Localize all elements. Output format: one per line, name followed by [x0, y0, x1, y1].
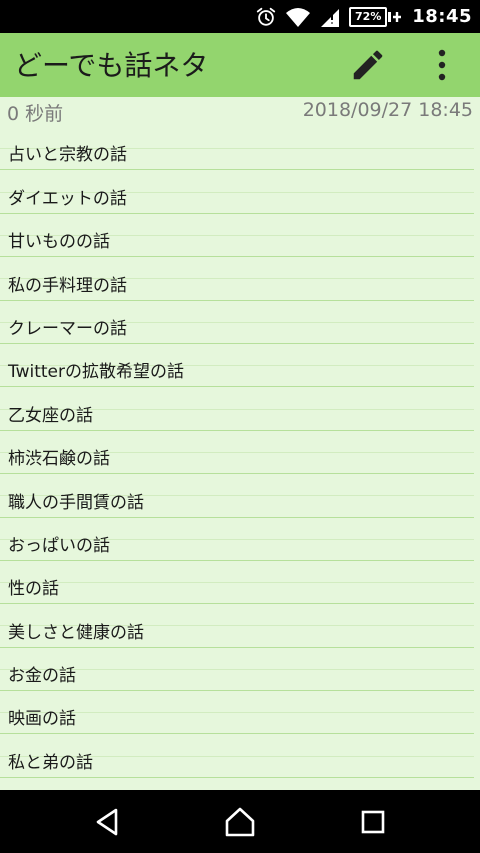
alarm-icon — [257, 7, 276, 26]
note-line[interactable]: 乙女座の話 — [0, 387, 474, 431]
note-line[interactable]: Twitterの拡散希望の話 — [0, 344, 474, 388]
note-line[interactable]: お金の話 — [0, 648, 474, 692]
pencil-icon — [353, 50, 383, 80]
note-datetime: 2018/09/27 18:45 — [302, 99, 473, 121]
note-line-text: 美しさと健康の話 — [8, 622, 144, 643]
note-line[interactable]: クレーマーの話 — [0, 301, 474, 344]
note-line-text: 占いと宗教の話 — [8, 145, 127, 166]
note-line-text: 私と弟の話 — [8, 752, 93, 773]
app-bar: どーでも話ネタ — [0, 33, 480, 97]
status-bar: 72% 18:45 — [0, 0, 480, 33]
battery-indicator: 72% — [349, 6, 402, 27]
note-line-text: 性の話 — [8, 579, 59, 600]
note-line-text: 甘いものの話 — [8, 232, 110, 253]
charging-plus-icon — [393, 11, 402, 22]
note-line-text: Twitterの拡散希望の話 — [8, 362, 184, 383]
note-body[interactable]: 占いと宗教の話 ダイエットの話 甘いものの話 私の手料理の話 クレーマーの話 T… — [0, 127, 474, 791]
note-line-text: 私の手料理の話 — [8, 275, 127, 296]
note-line-text: お金の話 — [8, 666, 76, 687]
more-options-button[interactable] — [427, 46, 457, 84]
home-icon — [225, 807, 255, 837]
signal-icon — [321, 8, 340, 27]
status-icons: 72% 18:45 — [255, 0, 472, 33]
back-icon — [96, 808, 118, 836]
note-line[interactable]: 占いと宗教の話 — [0, 127, 474, 171]
home-button[interactable] — [223, 806, 255, 838]
note-line-text: 乙女座の話 — [8, 405, 93, 426]
navigation-bar — [0, 790, 480, 853]
battery-icon: 72% — [349, 6, 388, 27]
note-line-text: ダイエットの話 — [8, 188, 127, 209]
note-line[interactable]: 職人の手間賃の話 — [0, 474, 474, 518]
battery-percent: 72% — [355, 10, 382, 23]
note-line[interactable]: ダイエットの話 — [0, 170, 474, 214]
page-title: どーでも話ネタ — [14, 49, 209, 82]
note-line[interactable]: 私の手料理の話 — [0, 257, 474, 301]
wifi-icon — [286, 7, 311, 27]
edit-button[interactable] — [349, 46, 387, 84]
note-line[interactable]: 私と弟の話 — [0, 734, 474, 778]
back-button[interactable] — [91, 806, 123, 838]
note-meta: 0 秒前 2018/09/27 18:45 — [0, 97, 480, 127]
note-line-text: クレーマーの話 — [8, 318, 127, 339]
recents-icon — [361, 810, 385, 834]
note-line[interactable]: 柿渋石鹸の話 — [0, 431, 474, 475]
note-line[interactable]: 映画の話 — [0, 691, 474, 735]
note-line-text: 映画の話 — [8, 709, 76, 730]
note-line[interactable]: おっぱいの話 — [0, 518, 474, 561]
note-line-text: おっぱいの話 — [8, 535, 110, 556]
note-line[interactable]: 美しさと健康の話 — [0, 604, 474, 648]
note-line[interactable]: 甘いものの話 — [0, 214, 474, 258]
battery-tip — [388, 11, 392, 22]
recents-button[interactable] — [357, 806, 389, 838]
status-time: 18:45 — [412, 6, 472, 27]
note-line[interactable]: 性の話 — [0, 561, 474, 605]
note-line-text: 職人の手間賃の話 — [8, 492, 144, 513]
more-vert-icon — [438, 49, 446, 81]
note-line-text: 柿渋石鹸の話 — [8, 449, 110, 470]
elapsed-time: 0 秒前 — [7, 103, 64, 125]
